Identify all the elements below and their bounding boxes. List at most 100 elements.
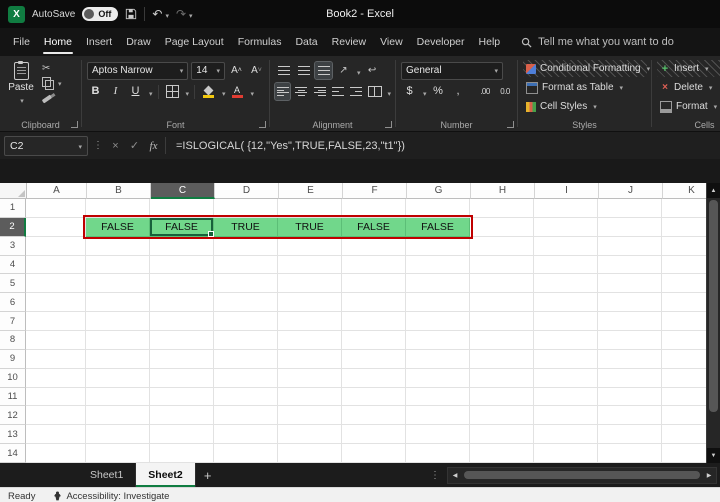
- cell-E12[interactable]: [278, 406, 342, 426]
- cell-D8[interactable]: [214, 331, 278, 350]
- cell-B9[interactable]: [86, 349, 150, 369]
- cell-G3[interactable]: [406, 236, 470, 256]
- sheet-tab-sheet2[interactable]: Sheet2: [136, 463, 196, 487]
- top-align-button[interactable]: [275, 62, 292, 79]
- cell-D1[interactable]: [214, 199, 278, 218]
- cell-H1[interactable]: [470, 199, 534, 218]
- cell-H7[interactable]: [470, 312, 534, 332]
- cell-D3[interactable]: [214, 236, 278, 256]
- column-header-G[interactable]: G: [407, 183, 471, 199]
- cell-D7[interactable]: [214, 312, 278, 332]
- redo-button[interactable]: ↷: [176, 8, 193, 20]
- cell-J7[interactable]: [598, 312, 662, 332]
- font-name-select[interactable]: Aptos Narrow: [87, 61, 189, 80]
- cell-G1[interactable]: [406, 199, 470, 218]
- column-header-E[interactable]: E: [279, 183, 343, 199]
- cell-E14[interactable]: [278, 444, 342, 463]
- save-button[interactable]: [125, 8, 137, 20]
- cell-B2[interactable]: FALSE: [86, 217, 150, 237]
- cell-I8[interactable]: [534, 331, 598, 350]
- cell-F2[interactable]: FALSE: [342, 217, 406, 237]
- cell-F1[interactable]: [342, 199, 406, 218]
- tab-home[interactable]: Home: [37, 28, 79, 56]
- cell-G4[interactable]: [406, 255, 470, 275]
- cell-J6[interactable]: [598, 293, 662, 313]
- vertical-scrollbar[interactable]: ▲ ▼: [706, 183, 720, 463]
- enter-button[interactable]: ✓: [127, 139, 142, 152]
- cell-C4[interactable]: [150, 255, 214, 275]
- tab-developer[interactable]: Developer: [410, 28, 472, 56]
- column-header-H[interactable]: H: [471, 183, 535, 199]
- cell-D14[interactable]: [214, 444, 278, 463]
- format-as-table-button[interactable]: Format as Table: [523, 79, 647, 96]
- cell-D9[interactable]: [214, 349, 278, 369]
- cell-A2[interactable]: [26, 217, 86, 237]
- cell-G5[interactable]: [406, 274, 470, 294]
- cell-E10[interactable]: [278, 368, 342, 388]
- cell-I6[interactable]: [534, 293, 598, 313]
- cell-B7[interactable]: [86, 312, 150, 332]
- tab-insert[interactable]: Insert: [79, 28, 119, 56]
- cell-B6[interactable]: [86, 293, 150, 313]
- cell-G2[interactable]: FALSE: [406, 217, 470, 237]
- cell-G14[interactable]: [406, 444, 470, 463]
- cell-D12[interactable]: [214, 406, 278, 426]
- conditional-formatting-button[interactable]: Conditional Formatting: [523, 60, 647, 77]
- cell-I14[interactable]: [534, 444, 598, 463]
- cell-B10[interactable]: [86, 368, 150, 388]
- number-format-select[interactable]: General: [401, 61, 503, 80]
- cell-J3[interactable]: [598, 236, 662, 256]
- cell-A13[interactable]: [26, 425, 86, 445]
- cell-C3[interactable]: [150, 236, 214, 256]
- cell-I5[interactable]: [534, 274, 598, 294]
- cell-H13[interactable]: [470, 425, 534, 445]
- row-header-6[interactable]: 6: [0, 293, 26, 313]
- cell-A11[interactable]: [26, 387, 86, 407]
- cell-E3[interactable]: [278, 236, 342, 256]
- cell-C8[interactable]: [150, 331, 214, 350]
- cell-B3[interactable]: [86, 236, 150, 256]
- font-dialog-launcher[interactable]: [259, 121, 266, 128]
- bold-button[interactable]: B: [87, 83, 104, 100]
- cell-B11[interactable]: [86, 387, 150, 407]
- cell-F12[interactable]: [342, 406, 406, 426]
- row-header-1[interactable]: 1: [0, 199, 26, 218]
- column-header-J[interactable]: J: [599, 183, 663, 199]
- clipboard-dialog-launcher[interactable]: [71, 121, 78, 128]
- name-box-resize-handle[interactable]: ⋮: [92, 140, 104, 151]
- font-color-button[interactable]: A: [229, 83, 246, 100]
- wrap-text-button[interactable]: ↩: [364, 62, 381, 79]
- cell-E9[interactable]: [278, 349, 342, 369]
- cell-C6[interactable]: [150, 293, 214, 313]
- cell-F6[interactable]: [342, 293, 406, 313]
- cell-F8[interactable]: [342, 331, 406, 350]
- cell-I2[interactable]: [534, 217, 598, 237]
- cell-A12[interactable]: [26, 406, 86, 426]
- cell-E2[interactable]: TRUE: [278, 217, 342, 237]
- vertical-scroll-thumb[interactable]: [709, 200, 718, 412]
- cell-E7[interactable]: [278, 312, 342, 332]
- cell-F5[interactable]: [342, 274, 406, 294]
- cell-D2[interactable]: TRUE: [214, 217, 278, 237]
- cell-H6[interactable]: [470, 293, 534, 313]
- percent-style-button[interactable]: %: [430, 83, 447, 100]
- cell-H2[interactable]: [470, 217, 534, 237]
- copy-button[interactable]: [42, 77, 62, 90]
- cell-J5[interactable]: [598, 274, 662, 294]
- column-header-C[interactable]: C: [151, 183, 215, 199]
- cell-C7[interactable]: [150, 312, 214, 332]
- cell-E4[interactable]: [278, 255, 342, 275]
- cell-A14[interactable]: [26, 444, 86, 463]
- cell-G7[interactable]: [406, 312, 470, 332]
- cell-B1[interactable]: [86, 199, 150, 218]
- middle-align-button[interactable]: [295, 62, 312, 79]
- cell-G9[interactable]: [406, 349, 470, 369]
- row-header-9[interactable]: 9: [0, 349, 26, 369]
- cell-D13[interactable]: [214, 425, 278, 445]
- new-sheet-button[interactable]: +: [196, 463, 220, 487]
- horizontal-scrollbar[interactable]: ◀ ▶: [447, 466, 717, 484]
- scroll-left-icon[interactable]: ◀: [448, 472, 462, 479]
- status-ready[interactable]: Ready: [8, 491, 35, 502]
- cell-styles-button[interactable]: Cell Styles: [523, 98, 647, 115]
- tell-me-search[interactable]: Tell me what you want to do: [521, 36, 674, 48]
